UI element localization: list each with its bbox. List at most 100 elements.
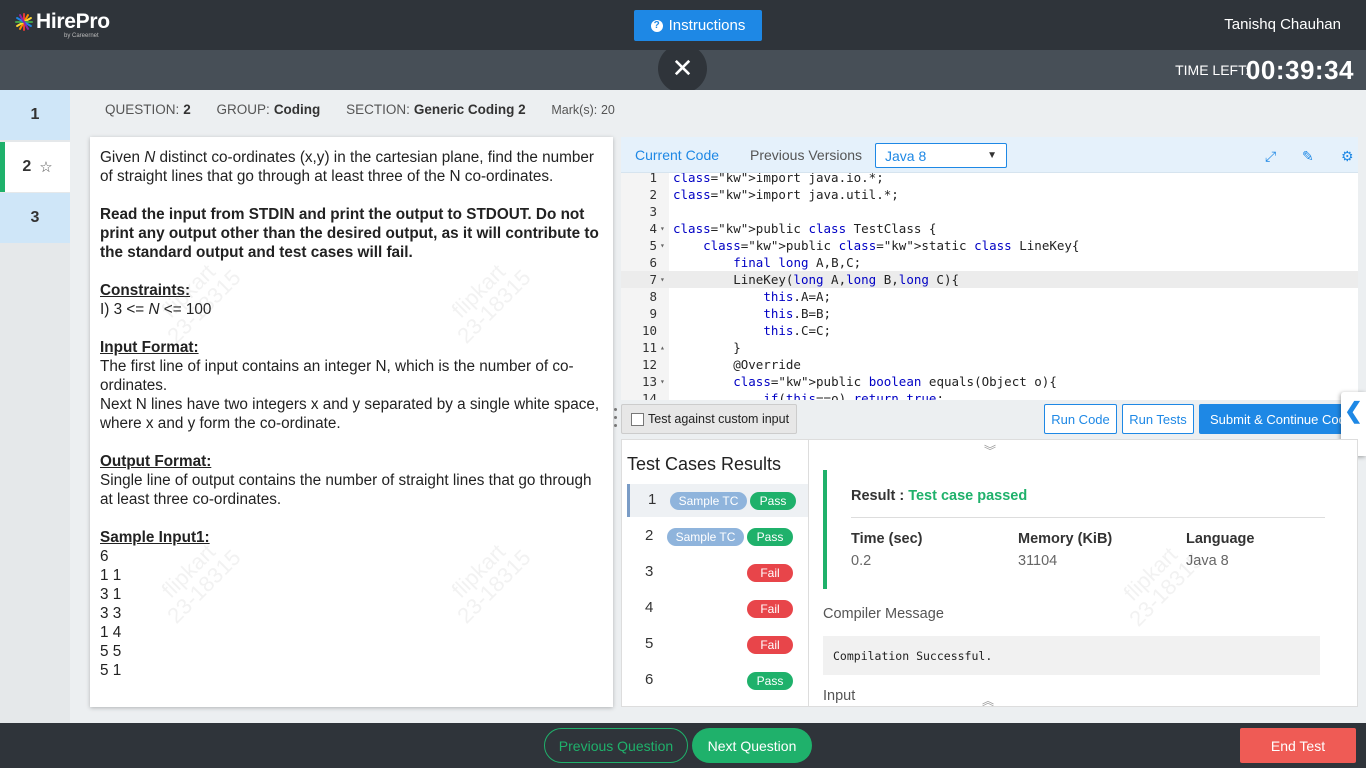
code-line[interactable]: 6 final long A,B,C;: [621, 254, 1358, 271]
time-left-label: TIME LEFT:: [1175, 62, 1249, 78]
fold-arrow-icon[interactable]: ▾: [660, 271, 665, 288]
code-line[interactable]: 13 ▾ class="kw">public boolean equals(Obj…: [621, 373, 1358, 390]
status-badge: Pass: [747, 672, 793, 690]
tab-previous-versions[interactable]: Previous Versions: [750, 147, 862, 163]
eraser-icon[interactable]: ✎: [1302, 148, 1314, 165]
tab-current-code[interactable]: Current Code: [635, 147, 719, 163]
status-badge: Fail: [747, 636, 793, 654]
code-line[interactable]: 4 ▾ class="kw">public class TestClass {: [621, 220, 1358, 237]
line-number: 7: [649, 272, 657, 287]
run-tests-button[interactable]: Run Tests: [1122, 404, 1194, 434]
question-value: 2: [183, 102, 191, 117]
fold-arrow-icon[interactable]: ▴: [660, 339, 665, 356]
sample-tc-badge: Sample TC: [667, 528, 744, 546]
instructions-label: Instructions: [668, 17, 746, 34]
question-number: 3: [30, 209, 40, 226]
code-text: final long A,B,C;: [733, 255, 862, 270]
sample-input-line: 5 1: [100, 662, 122, 679]
code-line[interactable]: 5 ▾ class="kw">public class="kw">static c…: [621, 237, 1358, 254]
close-icon: ✕: [671, 53, 694, 83]
custom-input-toggle[interactable]: Test against custom input: [621, 404, 797, 434]
test-case-row[interactable]: 2 Sample TC Pass: [627, 520, 808, 553]
code-line[interactable]: 12 @Override: [621, 356, 1358, 373]
code-line[interactable]: 1 class="kw">import java.io.*;: [621, 173, 1358, 186]
sample-input-line: 6: [100, 548, 109, 565]
code-line[interactable]: 10 this.C=C;: [621, 322, 1358, 339]
test-case-row[interactable]: 4 Fail: [627, 592, 808, 625]
sample-input-heading: Sample Input1:: [100, 529, 210, 546]
instructions-button[interactable]: ? Instructions: [634, 10, 762, 41]
fold-arrow-icon[interactable]: ▾: [660, 220, 665, 237]
code-area[interactable]: 1 class="kw">import java.io.*; 2 class="kw"…: [621, 173, 1358, 400]
close-button[interactable]: ✕: [658, 44, 707, 93]
status-badge: Pass: [747, 528, 793, 546]
test-case-row[interactable]: 1 Sample TC Pass: [627, 484, 808, 517]
fold-arrow-icon[interactable]: ▾: [660, 237, 665, 254]
user-name: Tanishq Chauhan: [1224, 16, 1341, 33]
test-case-row[interactable]: 5 Fail: [627, 628, 808, 661]
line-number: 13: [641, 374, 657, 389]
code-line[interactable]: 7 ▾ LineKey(long A,long B,long C){: [621, 271, 1358, 288]
logo-burst-icon: [14, 12, 34, 32]
compiler-message-label: Compiler Message: [823, 606, 944, 622]
star-icon[interactable]: ☆: [39, 158, 52, 176]
fold-arrow-icon[interactable]: ▾: [660, 373, 665, 390]
marks-value: 20: [600, 103, 615, 117]
result-card: Result : Test case passed Time (sec) 0.2…: [823, 470, 1325, 589]
code-line[interactable]: 2 class="kw">import java.util.*;: [621, 186, 1358, 203]
code-line[interactable]: 8 this.A=A;: [621, 288, 1358, 305]
section-label: SECTION:: [346, 102, 410, 117]
test-case-row[interactable]: 3 Fail: [627, 556, 808, 589]
previous-question-button[interactable]: Previous Question: [544, 728, 688, 763]
code-editor-panel: Current Code Previous Versions Java 8 ▼ …: [621, 137, 1358, 400]
test-case-number: 2: [645, 527, 654, 544]
language-value: Java 8: [1186, 553, 1229, 569]
code-text: this.C=C;: [763, 323, 832, 338]
question-nav-item-3[interactable]: 3: [0, 193, 70, 243]
code-text: class="kw">import java.io.*;: [673, 173, 884, 185]
code-line[interactable]: 14 if(this==o) return true;: [621, 390, 1358, 400]
test-case-number: 6: [645, 671, 654, 688]
chevron-double-down-icon[interactable]: ︾: [984, 442, 996, 459]
test-case-row[interactable]: 6 Pass: [627, 664, 808, 697]
test-case-number: 3: [645, 563, 654, 580]
end-test-button[interactable]: End Test: [1240, 728, 1356, 763]
question-label: QUESTION:: [105, 102, 180, 117]
test-results-panel: flipkart 23-18315 Test Cases Results ︾ ︽…: [621, 439, 1358, 707]
logo-subtitle: by Careernet: [64, 33, 99, 39]
chevron-double-up-icon[interactable]: ︽: [982, 692, 994, 706]
sample-input-line: 3 1: [100, 586, 122, 603]
fullscreen-icon[interactable]: ⤢: [1265, 148, 1276, 165]
code-line[interactable]: 3: [621, 203, 1358, 220]
input-format-line: Next N lines have two integers x and y s…: [100, 396, 600, 432]
next-question-button[interactable]: Next Question: [692, 728, 812, 763]
problem-statement: flipkart 23-18315 flipkart 23-18315 flip…: [90, 137, 613, 707]
section-value: Generic Coding 2: [413, 102, 526, 117]
line-number: 1: [649, 173, 657, 185]
question-nav-item-1[interactable]: 1: [0, 90, 70, 140]
sample-input-line: 3 3: [100, 605, 122, 622]
help-icon: ?: [650, 19, 663, 32]
settings-gear-icon[interactable]: ⚙: [1341, 148, 1354, 165]
resize-handle[interactable]: [614, 408, 618, 436]
chevron-left-icon: ❮: [1344, 398, 1363, 423]
code-text: class="kw">public class="kw">static clas…: [703, 238, 1080, 253]
sample-tc-badge: Sample TC: [670, 492, 747, 510]
custom-input-checkbox[interactable]: [631, 412, 644, 426]
line-number: 6: [649, 255, 657, 270]
sample-input-line: 1 4: [100, 624, 122, 641]
submit-continue-button[interactable]: Submit & Continue Coding: [1199, 404, 1345, 434]
line-number: 14: [641, 391, 657, 400]
code-line[interactable]: 11 ▴ }: [621, 339, 1358, 356]
question-number: 2: [22, 158, 32, 175]
time-left-value: 00:39:34: [1245, 55, 1354, 85]
code-text: @Override: [673, 357, 801, 372]
language-select[interactable]: Java 8 ▼: [875, 143, 1007, 168]
run-code-button[interactable]: Run Code: [1044, 404, 1117, 434]
result-label: Result :: [851, 488, 905, 504]
code-line[interactable]: 9 this.B=B;: [621, 305, 1358, 322]
question-nav-item-2[interactable]: 2 ☆: [0, 142, 70, 192]
code-text: }: [673, 340, 741, 355]
code-text: if(this==o) return true;: [763, 391, 944, 400]
question-meta: QUESTION: 2 GROUP: Coding SECTION: Generic …: [105, 102, 615, 117]
